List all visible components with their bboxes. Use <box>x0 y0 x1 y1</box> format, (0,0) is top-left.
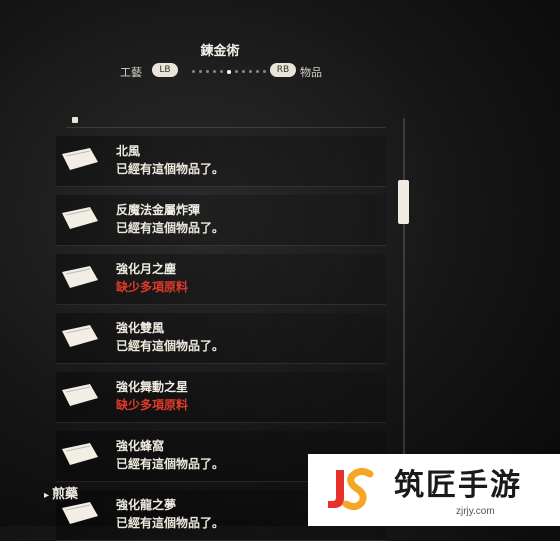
page-dot <box>263 70 266 73</box>
header-bar: 鍊金術 工藝 LB RB 物品 <box>0 0 560 110</box>
list-item[interactable]: 強化月之塵 缺少多項原料 <box>56 254 386 305</box>
list-item[interactable]: 反魔法金屬炸彈 已經有這個物品了。 <box>56 195 386 246</box>
item-status-warning: 缺少多項原料 <box>116 398 189 412</box>
tab-items-label[interactable]: 物品 <box>300 64 322 80</box>
category-label: 煎藥 <box>52 487 79 502</box>
item-status: 已經有這個物品了。 <box>116 221 225 235</box>
tab-crafting-label[interactable]: 工藝 <box>120 64 142 80</box>
scroll-recipe-icon <box>62 443 98 465</box>
item-name: 強化龍之夢 <box>116 498 177 512</box>
scroll-recipe-icon <box>62 325 98 347</box>
item-name: 強化月之塵 <box>116 262 177 276</box>
chevron-right-icon: ▸ <box>44 490 50 501</box>
item-name: 強化蜂窩 <box>116 439 165 453</box>
item-name: 強化雙風 <box>116 321 165 335</box>
scroll-recipe-icon <box>62 148 98 170</box>
scrollbar-thumb[interactable] <box>398 180 409 224</box>
list-item[interactable]: 強化雙風 已經有這個物品了。 <box>56 313 386 364</box>
item-name: 強化舞動之星 <box>116 380 189 394</box>
page-dot <box>220 70 223 73</box>
tab-page-indicator <box>192 69 273 74</box>
page-title: 鍊金術 <box>200 44 240 59</box>
item-status: 已經有這個物品了。 <box>116 162 225 176</box>
page-dot <box>213 70 216 73</box>
item-status: 已經有這個物品了。 <box>116 457 225 471</box>
list-item[interactable]: 強化舞動之星 缺少多項原料 <box>56 372 386 423</box>
rb-button-hint[interactable]: RB <box>270 63 296 77</box>
lb-button-hint[interactable]: LB <box>152 63 178 77</box>
page-dot <box>206 70 209 73</box>
item-status-warning: 缺少多項原料 <box>116 280 189 294</box>
scroll-recipe-icon <box>62 266 98 288</box>
page-dot <box>199 70 202 73</box>
page-dot <box>256 70 259 73</box>
page-dot <box>242 70 245 73</box>
item-status: 已經有這個物品了。 <box>116 516 225 530</box>
page-dot <box>192 70 195 73</box>
page-dot <box>235 70 238 73</box>
scroll-recipe-icon <box>62 207 98 229</box>
item-name: 北風 <box>116 144 141 158</box>
scroll-recipe-icon <box>62 384 98 406</box>
category-header[interactable]: ▸ 煎藥 <box>44 483 78 502</box>
item-name: 反魔法金屬炸彈 <box>116 203 201 217</box>
scroll-recipe-icon <box>62 502 98 524</box>
item-icon <box>72 117 78 123</box>
page-dot <box>249 70 252 73</box>
watermark-name: 筑匠手游 <box>394 468 522 503</box>
js-logo-icon <box>328 467 374 511</box>
list-item[interactable]: 北風 已經有這個物品了。 <box>56 136 386 187</box>
item-status: 已經有這個物品了。 <box>116 339 225 353</box>
watermark-url: zjrjy.com <box>456 506 495 517</box>
page-dot-active <box>227 69 231 74</box>
watermark-banner: 筑匠手游 zjrjy.com <box>308 454 560 526</box>
list-item-partial[interactable] <box>66 115 386 128</box>
